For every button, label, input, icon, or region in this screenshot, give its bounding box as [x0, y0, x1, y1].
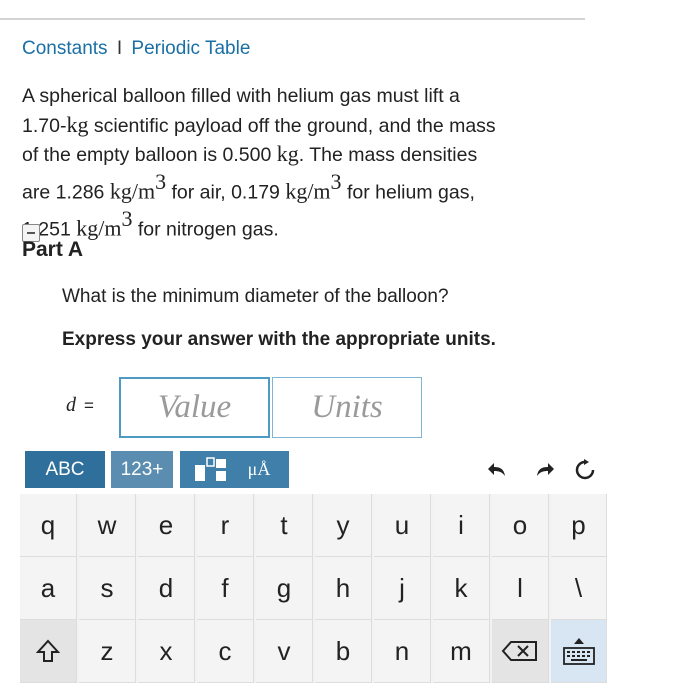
- key-u[interactable]: u: [374, 494, 431, 557]
- keyboard-row-1: q w e r t y u i o p: [20, 494, 607, 557]
- payload-mass: 1.70-: [22, 114, 67, 137]
- instruction-text: Express your answer with the appropriate…: [62, 329, 496, 350]
- units-input[interactable]: Units: [272, 377, 422, 438]
- reset-icon[interactable]: [571, 456, 599, 484]
- problem-line-3: of the empty balloon is 0.500 kg. The ma…: [22, 140, 582, 170]
- key-c[interactable]: c: [197, 620, 254, 683]
- key-e[interactable]: e: [138, 494, 195, 557]
- problem-text: scientific payload off the ground, and t…: [88, 114, 496, 137]
- undo-icon[interactable]: [482, 456, 510, 484]
- key-k[interactable]: k: [433, 557, 490, 620]
- problem-statement: A spherical balloon filled with helium g…: [22, 82, 582, 244]
- answer-variable: d: [66, 394, 76, 416]
- key-t[interactable]: t: [256, 494, 313, 557]
- redo-icon[interactable]: [532, 456, 560, 484]
- templates-icon: [195, 456, 226, 481]
- problem-text: A spherical balloon filled with helium g…: [22, 85, 460, 107]
- problem-text: . The mass densities: [298, 144, 478, 166]
- key-g[interactable]: g: [256, 557, 313, 620]
- value-input[interactable]: Value: [119, 377, 270, 438]
- abc-mode-button[interactable]: ABC: [25, 451, 105, 488]
- keyboard-toolbar: ABC 123+ μÅ: [20, 448, 607, 491]
- problem-text: for air, 0.179: [166, 181, 286, 203]
- key-m[interactable]: m: [433, 620, 490, 683]
- key-z[interactable]: z: [79, 620, 136, 683]
- unit-exponent: 3: [121, 205, 133, 231]
- key-x[interactable]: x: [138, 620, 195, 683]
- key-b[interactable]: b: [315, 620, 372, 683]
- key-backslash[interactable]: \: [551, 557, 607, 620]
- unit-exponent: 3: [155, 168, 167, 194]
- key-a[interactable]: a: [20, 557, 77, 620]
- unit-density: kg/m: [109, 178, 156, 203]
- problem-text: are 1.286: [22, 181, 110, 203]
- problem-line-5: 1.251 kg/m3 for nitrogen gas.: [22, 205, 582, 244]
- shift-key[interactable]: [20, 620, 77, 683]
- key-n[interactable]: n: [374, 620, 431, 683]
- answer-label: d =: [66, 394, 94, 417]
- problem-text: for helium gas,: [341, 181, 475, 203]
- key-f[interactable]: f: [197, 557, 254, 620]
- key-l[interactable]: l: [492, 557, 549, 620]
- key-v[interactable]: v: [256, 620, 313, 683]
- key-h[interactable]: h: [315, 557, 372, 620]
- number-mode-button[interactable]: 123+: [111, 451, 173, 488]
- keyboard-icon: [562, 638, 595, 665]
- backspace-key[interactable]: [492, 620, 549, 683]
- periodic-table-link[interactable]: Periodic Table: [131, 38, 250, 59]
- keyboard-toggle[interactable]: [551, 620, 607, 683]
- problem-line-4: are 1.286 kg/m3 for air, 0.179 kg/m3 for…: [22, 168, 582, 207]
- unit-density: kg/m: [76, 215, 122, 240]
- key-y[interactable]: y: [315, 494, 372, 557]
- problem-line-1: A spherical balloon filled with helium g…: [22, 82, 582, 111]
- key-r[interactable]: r: [197, 494, 254, 557]
- part-title: Part A: [22, 238, 84, 261]
- key-o[interactable]: o: [492, 494, 549, 557]
- problem-line-2: 1.70-kg scientific payload off the groun…: [22, 111, 582, 141]
- unit-density: kg/m: [285, 178, 331, 203]
- top-bar: [0, 0, 585, 20]
- equals-sign: =: [84, 396, 94, 415]
- problem-text: for nitrogen gas.: [132, 218, 279, 240]
- backspace-icon: [501, 641, 537, 661]
- key-d[interactable]: d: [138, 557, 195, 620]
- keyboard-row-3: z x c v b n m: [20, 620, 607, 683]
- resource-links: Constants I Periodic Table: [22, 38, 250, 60]
- unit-kg: kg: [66, 111, 89, 137]
- shift-icon: [36, 639, 60, 662]
- unit-exponent: 3: [330, 168, 342, 194]
- key-p[interactable]: p: [551, 494, 607, 557]
- constants-link[interactable]: Constants: [22, 38, 108, 59]
- key-i[interactable]: i: [433, 494, 490, 557]
- link-separator: I: [116, 38, 123, 59]
- key-w[interactable]: w: [79, 494, 136, 557]
- question-text: What is the minimum diameter of the ball…: [62, 286, 449, 307]
- keyboard-row-2: a s d f g h j k l \: [20, 557, 607, 620]
- key-q[interactable]: q: [20, 494, 77, 557]
- units-mode-button[interactable]: μÅ: [229, 451, 289, 488]
- problem-text: of the empty balloon is 0.500: [22, 144, 277, 166]
- unit-kg: kg: [276, 141, 299, 166]
- key-j[interactable]: j: [374, 557, 431, 620]
- key-s[interactable]: s: [79, 557, 136, 620]
